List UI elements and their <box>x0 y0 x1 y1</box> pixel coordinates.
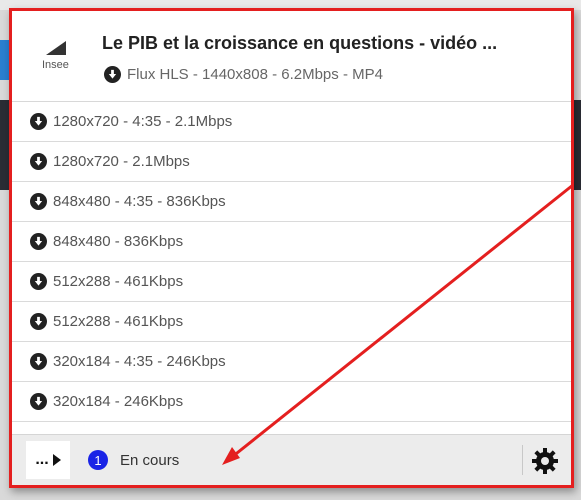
format-list: 1280x720 - 4:35 - 2.1Mbps 1280x720 - 2.1M… <box>12 102 571 422</box>
format-label: 320x184 - 246Kbps <box>53 393 184 410</box>
status-text[interactable]: En cours <box>120 452 179 469</box>
format-row[interactable]: 848x480 - 836Kbps <box>12 222 571 262</box>
active-count-badge[interactable]: 1 <box>88 450 108 470</box>
video-title: Le PIB et la croissance en questions - v… <box>102 33 498 53</box>
download-icon <box>30 153 47 170</box>
video-header[interactable]: Insee Le PIB et la croissance en questio… <box>12 11 571 102</box>
format-label: 848x480 - 4:35 - 836Kbps <box>53 193 226 210</box>
play-arrow-icon <box>52 454 61 466</box>
format-label: 848x480 - 836Kbps <box>53 233 184 250</box>
format-row[interactable]: 512x288 - 461Kbps <box>12 302 571 342</box>
main-format-label: Flux HLS - 1440x808 - 6.2Mbps - MP4 <box>127 66 383 83</box>
format-row[interactable]: 512x288 - 461Kbps <box>12 262 571 302</box>
format-label: 320x184 - 4:35 - 246Kbps <box>53 353 226 370</box>
download-icon <box>30 353 47 370</box>
download-icon <box>30 393 47 410</box>
download-icon <box>104 66 121 83</box>
format-row[interactable]: 1280x720 - 4:35 - 2.1Mbps <box>12 102 571 142</box>
download-icon <box>30 233 47 250</box>
format-row[interactable]: 848x480 - 4:35 - 836Kbps <box>12 182 571 222</box>
main-format-link[interactable]: Flux HLS - 1440x808 - 6.2Mbps - MP4 <box>104 66 383 83</box>
format-label: 512x288 - 461Kbps <box>53 273 184 290</box>
format-label: 1280x720 - 4:35 - 2.1Mbps <box>53 113 233 130</box>
download-icon <box>30 113 47 130</box>
format-row[interactable]: 1280x720 - 2.1Mbps <box>12 142 571 182</box>
logo-text: Insee <box>42 59 69 71</box>
more-label: ... <box>35 451 49 468</box>
format-row[interactable]: 320x184 - 246Kbps <box>12 382 571 422</box>
format-label: 512x288 - 461Kbps <box>53 313 184 330</box>
format-row[interactable]: 320x184 - 4:35 - 246Kbps <box>12 342 571 382</box>
download-icon <box>30 193 47 210</box>
format-label: 1280x720 - 2.1Mbps <box>53 153 190 170</box>
gear-icon[interactable] <box>531 447 559 475</box>
download-icon <box>30 273 47 290</box>
popup-footer: ... 1 En cours <box>12 434 571 485</box>
download-icon <box>30 313 47 330</box>
download-popup: Insee Le PIB et la croissance en questio… <box>9 8 574 488</box>
footer-divider <box>522 445 523 475</box>
insee-logo: Insee <box>28 29 84 85</box>
more-button[interactable]: ... <box>26 441 70 479</box>
insee-logo-mark <box>46 41 66 55</box>
